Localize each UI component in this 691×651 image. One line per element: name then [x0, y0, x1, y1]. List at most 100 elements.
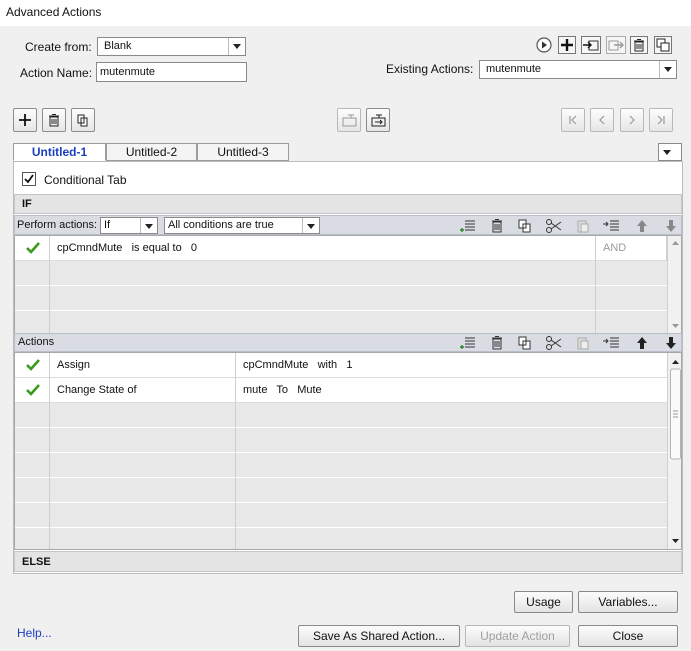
create-from-dropdown[interactable]: Blank — [97, 37, 246, 56]
export-icon — [606, 36, 626, 54]
duplicate-icon — [654, 36, 672, 54]
copy-icon — [518, 219, 531, 233]
chevron-down-icon — [659, 144, 681, 161]
tab-label: Untitled-3 — [217, 145, 269, 159]
arrow-up-icon — [637, 220, 647, 232]
cut-action-row-button[interactable] — [545, 334, 563, 352]
else-label: ELSE — [22, 556, 51, 568]
empty-condition-row — [15, 261, 667, 286]
usage-button-label: Usage — [526, 595, 561, 609]
empty-action-row — [15, 403, 667, 428]
next-tab-button[interactable] — [620, 108, 644, 132]
scissors-icon — [546, 219, 562, 233]
export-button[interactable] — [606, 36, 626, 54]
insert-action-below-button[interactable] — [602, 334, 620, 352]
delete-action-row-button[interactable] — [488, 334, 506, 352]
variables-button-label: Variables... — [598, 595, 658, 609]
move-condition-up-button[interactable] — [633, 217, 651, 235]
action-name-cell[interactable]: Assign — [50, 353, 236, 378]
tab-untitled-2[interactable]: Untitled-2 — [106, 143, 197, 161]
move-action-up-button[interactable] — [633, 334, 651, 352]
trash-icon — [630, 36, 648, 54]
existing-actions-dropdown[interactable]: mutenmute — [479, 60, 677, 79]
paste-action-row-button[interactable] — [574, 334, 592, 352]
add-tab-button[interactable] — [13, 108, 37, 132]
close-button[interactable]: Close — [578, 625, 678, 647]
insert-action-button[interactable] — [459, 334, 477, 352]
condition-expression[interactable]: cpCmndMute is equal to 0 — [50, 236, 596, 261]
action-row[interactable]: Assign cpCmndMute with 1 — [15, 353, 667, 378]
perform-type-dropdown[interactable]: If — [100, 217, 158, 234]
insert-condition-button[interactable] — [459, 217, 477, 235]
move-tab-left-button[interactable] — [337, 108, 361, 132]
action-detail-cell[interactable]: cpCmndMute with 1 — [236, 353, 667, 378]
move-condition-down-button[interactable] — [662, 217, 680, 235]
move-tab-right-button[interactable] — [366, 108, 390, 132]
move-action-down-button[interactable] — [662, 334, 680, 352]
tab-untitled-1[interactable]: Untitled-1 — [13, 143, 106, 161]
tab-untitled-3[interactable]: Untitled-3 — [197, 143, 289, 161]
delete-action-button[interactable] — [630, 36, 648, 54]
update-action-button[interactable]: Update Action — [465, 625, 570, 647]
action-name-input[interactable] — [97, 63, 246, 81]
conditions-scrollbar[interactable] — [667, 236, 681, 333]
condition-row[interactable]: cpCmndMute is equal to 0 AND — [15, 236, 667, 261]
first-icon — [569, 115, 577, 125]
variables-button[interactable]: Variables... — [578, 591, 678, 613]
action-detail-cell[interactable]: mute To Mute — [236, 378, 667, 403]
copy-action-row-button[interactable] — [516, 334, 534, 352]
conditions-mode-dropdown[interactable]: All conditions are true — [164, 217, 320, 234]
copy-icon — [77, 114, 88, 127]
scrollbar-arrows-icon — [670, 360, 681, 543]
checkmark-icon — [24, 174, 34, 184]
actions-scrollbar[interactable] — [667, 353, 681, 549]
insert-row-icon — [460, 220, 475, 232]
help-link[interactable]: Help... — [17, 626, 52, 640]
usage-button[interactable]: Usage — [514, 591, 573, 613]
insert-below-icon — [603, 220, 619, 231]
action-name-field[interactable] — [96, 62, 247, 82]
first-tab-button[interactable] — [561, 108, 585, 132]
cut-condition-button[interactable] — [545, 217, 563, 235]
paste-condition-button[interactable] — [574, 217, 592, 235]
arrow-up-icon — [637, 337, 647, 349]
chevron-down-icon — [140, 218, 157, 233]
delete-tab-button[interactable] — [42, 108, 66, 132]
actions-grid: Assign cpCmndMute with 1 Change State of… — [14, 352, 682, 550]
tab-list-dropdown[interactable] — [658, 143, 682, 161]
move-right-icon — [371, 114, 386, 127]
title-bar: Advanced Actions — [0, 0, 691, 26]
action-detail-text: mute To Mute — [243, 384, 322, 396]
arrow-down-icon — [666, 337, 676, 349]
import-button[interactable] — [581, 36, 601, 54]
paste-icon — [577, 337, 589, 350]
checkmark-icon — [26, 384, 40, 396]
condition-joiner[interactable]: AND — [596, 236, 667, 261]
empty-action-row — [15, 428, 667, 453]
save-as-shared-action-button[interactable]: Save As Shared Action... — [298, 625, 460, 647]
duplicate-tab-button[interactable] — [71, 108, 95, 132]
delete-condition-button[interactable] — [488, 217, 506, 235]
insert-condition-below-button[interactable] — [602, 217, 620, 235]
action-detail-text: cpCmndMute with 1 — [243, 359, 353, 371]
action-row[interactable]: Change State of mute To Mute — [15, 378, 667, 403]
duplicate-action-button[interactable] — [654, 36, 672, 54]
checkmark-icon — [26, 242, 40, 254]
preview-button[interactable] — [535, 36, 553, 54]
close-button-label: Close — [612, 629, 644, 643]
else-section-header[interactable]: ELSE — [14, 551, 682, 572]
action-name-cell[interactable]: Change State of — [50, 378, 236, 403]
copy-condition-button[interactable] — [516, 217, 534, 235]
empty-condition-row — [15, 286, 667, 311]
last-tab-button[interactable] — [649, 108, 673, 132]
conditional-tab-checkbox[interactable] — [22, 172, 36, 186]
actions-label: Actions — [18, 336, 55, 348]
condition-joiner-text: AND — [603, 242, 627, 254]
chevron-down-icon — [659, 61, 676, 78]
empty-condition-row — [15, 311, 667, 333]
play-icon — [536, 37, 552, 53]
checkmark-icon — [26, 359, 40, 371]
previous-tab-button[interactable] — [590, 108, 614, 132]
save-as-shared-action-label: Save As Shared Action... — [312, 629, 446, 643]
new-action-button[interactable] — [558, 36, 576, 54]
